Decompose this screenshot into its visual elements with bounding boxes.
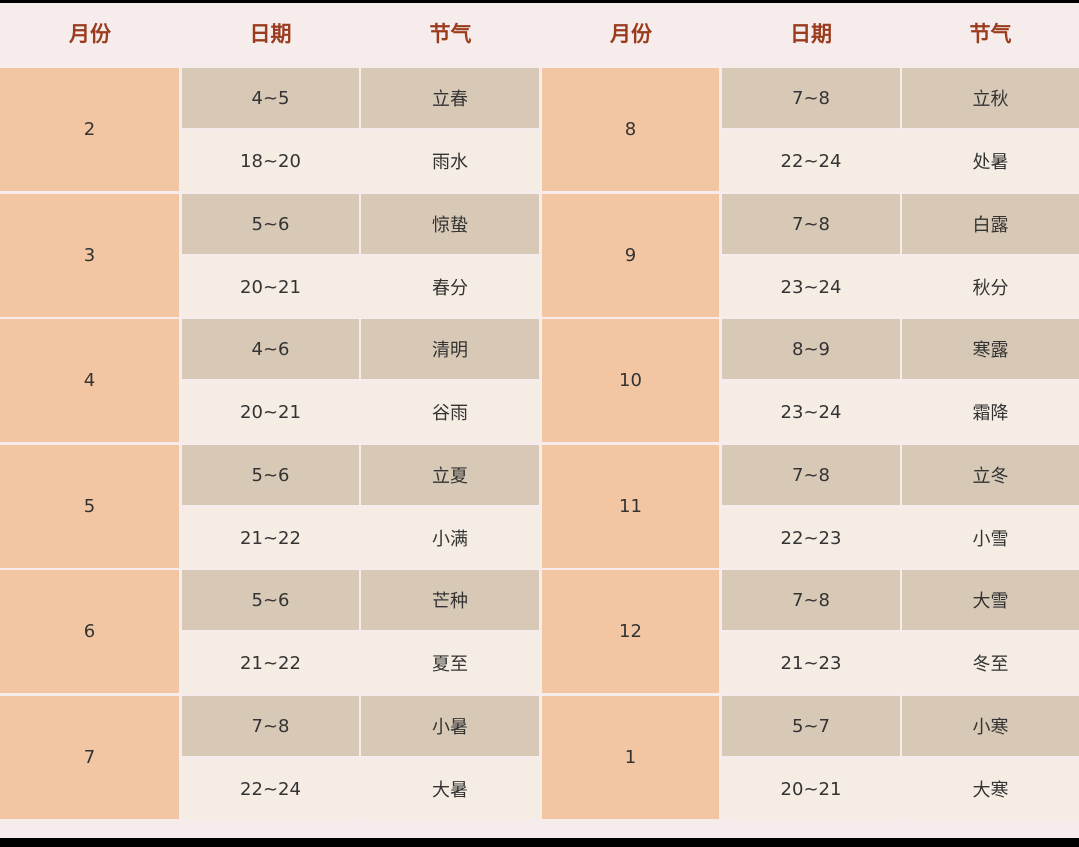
solar-term-cell: 清明	[361, 319, 539, 379]
solar-term-cell: 雨水	[361, 131, 539, 191]
date-cell: 7~8	[722, 68, 900, 128]
solar-term-cell: 小雪	[902, 508, 1079, 568]
solar-term-cell: 谷雨	[361, 382, 539, 442]
date-cell: 22~23	[722, 508, 900, 568]
date-cell: 8~9	[722, 319, 900, 379]
month-cell: 10	[542, 319, 719, 442]
date-cell: 7~8	[722, 570, 900, 630]
date-cell: 21~22	[182, 508, 359, 568]
date-cell: 20~21	[182, 257, 359, 317]
date-cell: 23~24	[722, 257, 900, 317]
month-cell: 5	[0, 445, 179, 568]
month-cell: 3	[0, 194, 179, 317]
month-cell: 12	[542, 570, 719, 693]
solar-term-cell: 小寒	[902, 696, 1079, 756]
solar-term-cell: 大暑	[361, 759, 539, 819]
solar-term-cell: 处暑	[902, 131, 1079, 191]
solar-term-cell: 秋分	[902, 257, 1079, 317]
month-cell: 6	[0, 570, 179, 693]
month-cell: 4	[0, 319, 179, 442]
solar-term-cell: 夏至	[361, 633, 539, 693]
date-cell: 5~6	[182, 445, 359, 505]
date-cell: 23~24	[722, 382, 900, 442]
header-month-right: 月份	[610, 22, 652, 46]
solar-term-cell: 立春	[361, 68, 539, 128]
date-cell: 22~24	[182, 759, 359, 819]
date-cell: 5~6	[182, 570, 359, 630]
solar-term-cell: 白露	[902, 194, 1079, 254]
date-cell: 5~7	[722, 696, 900, 756]
date-cell: 4~5	[182, 68, 359, 128]
solar-terms-table: 月份 日期 节气 月份 日期 节气 2 4~5 立春 18~20 雨水 3 5~6 惊蛰 20~…	[0, 3, 1079, 838]
date-cell: 21~22	[182, 633, 359, 693]
date-cell: 20~21	[722, 759, 900, 819]
date-cell: 20~21	[182, 382, 359, 442]
header-month-left: 月份	[69, 22, 111, 46]
header-term-right: 节气	[969, 22, 1012, 46]
solar-term-cell: 霜降	[902, 382, 1079, 442]
date-cell: 7~8	[722, 445, 900, 505]
date-cell: 7~8	[722, 194, 900, 254]
solar-term-cell: 寒露	[902, 319, 1079, 379]
month-cell: 11	[542, 445, 719, 568]
month-cell: 2	[0, 68, 179, 191]
date-cell: 7~8	[182, 696, 359, 756]
solar-term-cell: 立秋	[902, 68, 1079, 128]
solar-term-cell: 冬至	[902, 633, 1079, 693]
header-term-left: 节气	[429, 22, 472, 46]
month-cell: 8	[542, 68, 719, 191]
date-cell: 18~20	[182, 131, 359, 191]
solar-term-cell: 立夏	[361, 445, 539, 505]
solar-term-cell: 立冬	[902, 445, 1079, 505]
solar-term-cell: 小满	[361, 508, 539, 568]
solar-term-cell: 惊蛰	[361, 194, 539, 254]
solar-term-cell: 大雪	[902, 570, 1079, 630]
solar-term-cell: 春分	[361, 257, 539, 317]
solar-term-cell: 大寒	[902, 759, 1079, 819]
solar-term-cell: 芒种	[361, 570, 539, 630]
header-date-left: 日期	[249, 22, 292, 46]
month-cell: 1	[542, 696, 719, 819]
solar-term-cell: 小暑	[361, 696, 539, 756]
month-cell: 9	[542, 194, 719, 317]
table-header: 月份 日期 节气 月份 日期 节气	[0, 3, 1079, 71]
date-cell: 5~6	[182, 194, 359, 254]
date-cell: 22~24	[722, 131, 900, 191]
header-date-right: 日期	[790, 22, 832, 46]
date-cell: 21~23	[722, 633, 900, 693]
month-cell: 7	[0, 696, 179, 819]
date-cell: 4~6	[182, 319, 359, 379]
